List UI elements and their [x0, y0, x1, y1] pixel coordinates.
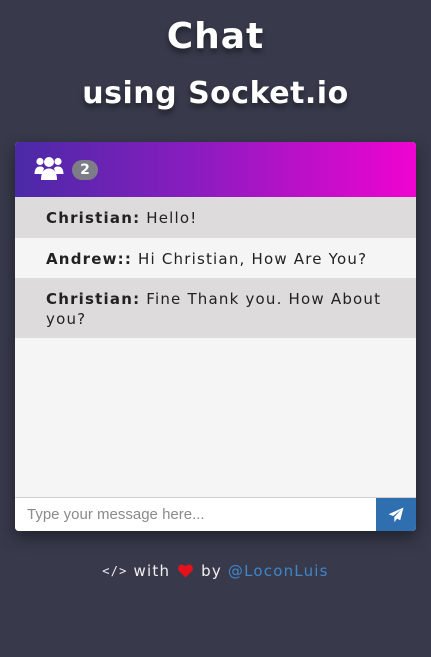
message-author: Christian:	[46, 209, 141, 227]
code-icon: </>	[102, 564, 128, 578]
heart-icon	[178, 563, 193, 583]
message-text: Hello!	[146, 209, 198, 227]
message-item: Christian: Fine Thank you. How About you…	[15, 278, 416, 338]
message-item: Christian: Hello!	[15, 197, 416, 238]
footer: </> with by @LoconLuis	[0, 561, 431, 583]
message-author: Christian:	[46, 290, 141, 308]
page-title: Chat	[166, 16, 265, 57]
user-count-badge: 2	[72, 160, 98, 180]
paper-plane-icon	[388, 507, 404, 523]
page-subtitle: using Socket.io	[82, 76, 349, 111]
message-list: Christian: Hello! Andrew:: Hi Christian,…	[15, 197, 416, 338]
message-composer	[15, 497, 416, 531]
users-icon	[34, 155, 64, 181]
footer-by-text: by	[201, 562, 222, 580]
chat-header: 2	[15, 142, 416, 197]
message-author: Andrew::	[46, 250, 133, 268]
author-link[interactable]: @LoconLuis	[228, 562, 329, 580]
message-item: Andrew:: Hi Christian, How Are You?	[15, 238, 416, 278]
message-text: Hi Christian, How Are You?	[138, 250, 368, 268]
message-input[interactable]	[15, 498, 376, 531]
footer-with-text: with	[133, 562, 171, 580]
chat-window: 2 Christian: Hello! Andrew:: Hi Christia…	[15, 142, 416, 531]
send-button[interactable]	[376, 498, 416, 531]
